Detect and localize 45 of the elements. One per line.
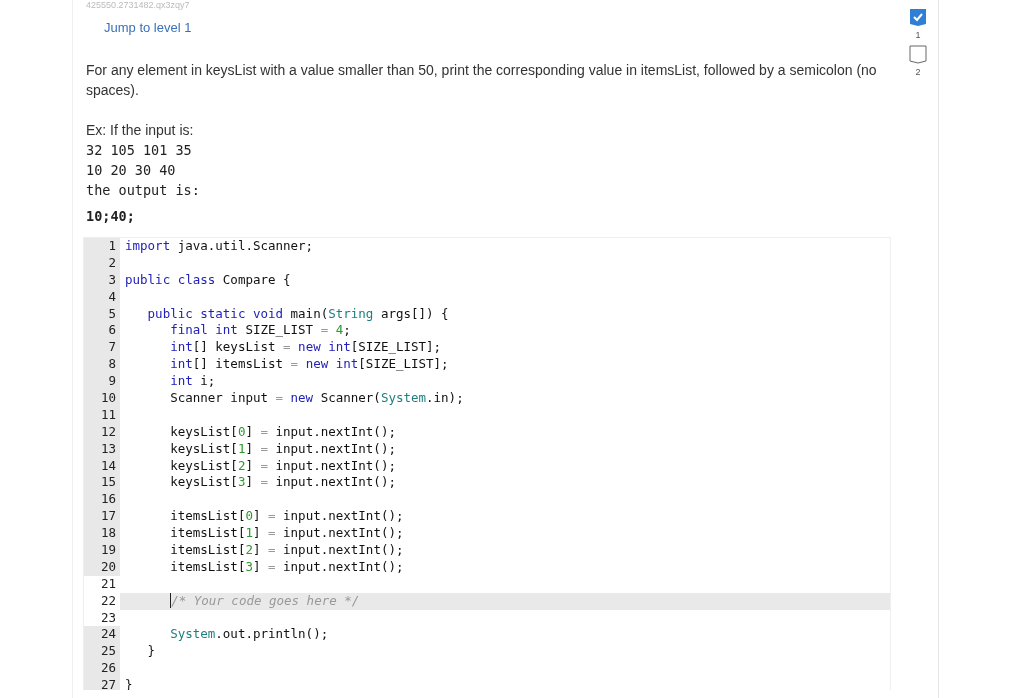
problem-statement: For any element in keysList with a value smaller than 50, print the corresponding value in itemsList, followed by a semicolon (no spaces). [86, 61, 878, 100]
line-number: 18 [84, 525, 120, 543]
example-input-line: 32 105 101 35 [86, 141, 192, 160]
problem-id: 425550.2731482.qx3zqy7 [86, 0, 190, 10]
code-line[interactable]: Scanner input = new Scanner(System.in); [120, 390, 890, 407]
code-line[interactable]: keysList[3] = input.nextInt(); [120, 474, 890, 492]
line-number: 27 [84, 677, 120, 690]
level-unchecked-icon[interactable] [909, 45, 927, 64]
line-number: 25 [84, 643, 120, 661]
line-number: 8 [84, 356, 120, 374]
code-line[interactable]: System.out.println(); [120, 626, 890, 644]
line-number: 16 [84, 491, 120, 509]
code-line[interactable]: keysList[2] = input.nextInt(); [120, 457, 890, 475]
code-line[interactable]: final int SIZE_LIST = 4; [120, 322, 890, 340]
code-line[interactable]: int i; [120, 373, 890, 390]
level-checked-icon[interactable] [909, 8, 927, 27]
level-number: 2 [915, 67, 921, 78]
code-line[interactable]: int[] keysList = new int[SIZE_LIST]; [120, 339, 890, 357]
line-number: 19 [84, 542, 120, 559]
line-number: 9 [84, 373, 120, 390]
example-input-line: 10 20 30 40 [86, 161, 176, 180]
line-number: 15 [84, 474, 120, 492]
line-number: 26 [84, 660, 120, 678]
code-line[interactable]: public class Compare { [120, 271, 890, 289]
line-number: 7 [84, 339, 120, 357]
jump-link[interactable]: Jump to level 1 [104, 20, 192, 36]
code-line[interactable]: } [120, 643, 890, 661]
level-number: 1 [915, 30, 921, 41]
line-number: 6 [84, 322, 120, 340]
code-line[interactable]: public static void main(String args[]) { [120, 305, 890, 323]
line-number: 17 [84, 508, 120, 526]
code-line[interactable]: itemsList[1] = input.nextInt(); [120, 525, 890, 543]
code-line[interactable]: int[] itemsList = new int[SIZE_LIST]; [120, 356, 890, 374]
code-line[interactable]: itemsList[0] = input.nextInt(); [120, 508, 890, 526]
line-number: 1 [84, 238, 120, 255]
code-line[interactable]: keysList[1] = input.nextInt(); [120, 440, 890, 458]
line-number: 24 [84, 626, 120, 644]
example-output-intro: the output is: [86, 181, 200, 200]
line-number: 10 [84, 390, 120, 407]
example-intro: Ex: If the input is: [86, 121, 194, 140]
code-line[interactable]: import java.util.Scanner; [120, 238, 890, 255]
example-output: 10;40; [86, 207, 135, 226]
code-line[interactable]: itemsList[2] = input.nextInt(); [120, 542, 890, 559]
code-line[interactable]: keysList[0] = input.nextInt(); [120, 423, 890, 441]
code-line[interactable]: itemsList[3] = input.nextInt(); [120, 558, 890, 576]
